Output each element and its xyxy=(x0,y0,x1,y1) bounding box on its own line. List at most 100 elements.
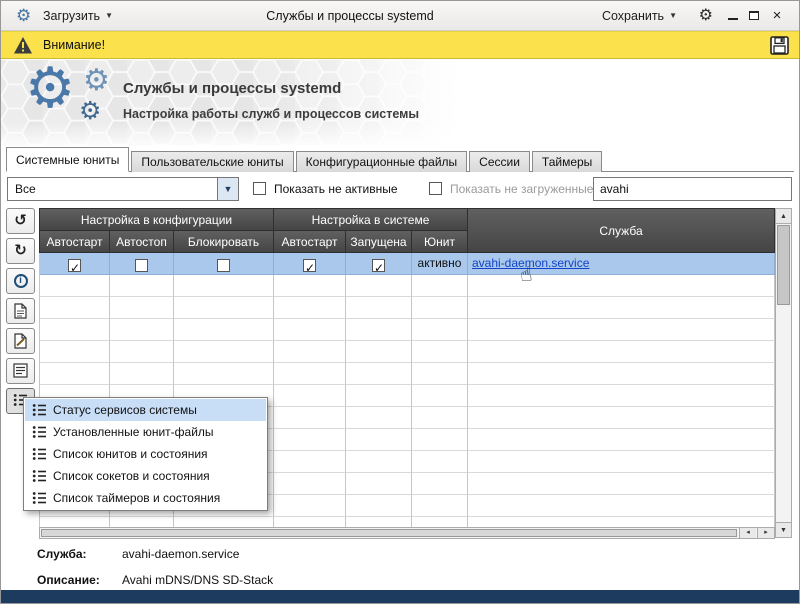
menu-item-label: Список сокетов и состояния xyxy=(53,469,210,483)
tab-timers[interactable]: Таймеры xyxy=(532,151,602,172)
table-row-avahi[interactable]: активно avahi-daemon.service xyxy=(40,253,775,275)
scroll-left-button[interactable]: ◂ xyxy=(739,528,756,538)
bulleted-list-icon xyxy=(32,403,47,417)
show-unloaded-checkbox[interactable] xyxy=(429,182,442,195)
maximize-button[interactable] xyxy=(746,8,762,24)
window-title: Службы и процессы systemd xyxy=(121,1,579,31)
close-button[interactable]: × xyxy=(769,8,785,24)
show-inactive-checkbox[interactable] xyxy=(253,182,266,195)
column-header-autostop: Автостоп xyxy=(110,231,174,253)
bulleted-list-icon xyxy=(32,447,47,461)
gear-icon: ⚙ xyxy=(83,66,110,96)
unit-status-cell: активно xyxy=(412,253,468,275)
info-icon: i xyxy=(14,274,28,288)
autostop-checkbox[interactable] xyxy=(135,259,148,272)
table-cell-empty xyxy=(274,495,346,517)
table-cell-empty xyxy=(412,341,468,363)
menu-item-timers-list[interactable]: Список таймеров и состояния xyxy=(25,487,266,509)
refresh-icon: ↻ xyxy=(14,239,27,262)
bottom-panel xyxy=(1,590,799,603)
running-checkbox[interactable] xyxy=(372,259,385,272)
menu-item-installed-unit-files[interactable]: Установленные юнит-файлы xyxy=(25,421,266,443)
table-row-empty xyxy=(40,363,775,385)
search-input[interactable] xyxy=(593,177,792,201)
unit-filter-dropdown[interactable]: Все ▼ xyxy=(7,177,239,201)
warning-icon xyxy=(13,36,33,55)
menu-item-label: Список юнитов и состояния xyxy=(53,447,208,461)
column-header-unit: Юнит xyxy=(412,231,468,253)
table-cell-empty xyxy=(174,517,274,527)
show-unloaded-label: Показать не загруженные xyxy=(450,177,593,201)
tab-bar: Системные юниты Пользовательские юниты К… xyxy=(6,147,794,172)
load-menu-button[interactable]: Загрузить▼ xyxy=(37,1,119,31)
menu-item-services-status[interactable]: Статус сервисов системы xyxy=(25,399,266,421)
refresh-button[interactable]: ↻ xyxy=(6,238,35,264)
table-cell-empty xyxy=(274,319,346,341)
cell-autostart-system xyxy=(274,253,346,275)
table-cell-empty xyxy=(174,363,274,385)
horizontal-scrollbar-thumb[interactable] xyxy=(41,529,737,537)
table-cell-empty xyxy=(468,517,775,527)
horizontal-scrollbar[interactable]: ◂ ▸ xyxy=(39,527,775,539)
table-cell-empty xyxy=(274,473,346,495)
document-icon xyxy=(14,303,27,319)
table-cell-empty xyxy=(412,429,468,451)
table-cell-empty xyxy=(274,341,346,363)
menu-item-label: Статус сервисов системы xyxy=(53,403,197,417)
menu-item-sockets-list[interactable]: Список сокетов и состояния xyxy=(25,465,266,487)
table-cell-empty xyxy=(110,363,174,385)
description-label: Описание: xyxy=(37,573,100,587)
unit-filter-value: Все xyxy=(15,178,36,200)
cell-autostart-config xyxy=(40,253,110,275)
minimize-button[interactable] xyxy=(725,8,741,24)
vertical-scrollbar[interactable]: ▲ ▼ xyxy=(775,208,792,538)
tab-user-units[interactable]: Пользовательские юниты xyxy=(131,151,293,172)
service-cell: avahi-daemon.service xyxy=(468,253,775,275)
service-link[interactable]: avahi-daemon.service xyxy=(468,253,774,274)
settings-gear-button[interactable]: ⚙ xyxy=(699,6,713,26)
gear-icon: ⚙ xyxy=(79,99,101,124)
bulleted-list-icon xyxy=(32,469,47,483)
scroll-right-button[interactable]: ▸ xyxy=(757,528,774,538)
filter-row: Все ▼ Показать не активные Показать не з… xyxy=(1,177,799,201)
autostart-config-checkbox[interactable] xyxy=(68,259,81,272)
tab-sessions[interactable]: Сессии xyxy=(469,151,530,172)
log-view-button[interactable] xyxy=(6,358,35,384)
vertical-scrollbar-thumb[interactable] xyxy=(777,225,790,305)
table-cell-empty xyxy=(174,275,274,297)
table-cell-empty xyxy=(412,363,468,385)
gear-icon: ⚙ xyxy=(25,60,75,116)
scroll-down-button[interactable]: ▼ xyxy=(776,522,791,537)
table-row-empty xyxy=(40,319,775,341)
cell-block xyxy=(174,253,274,275)
table-cell-empty xyxy=(274,451,346,473)
save-menu-button[interactable]: Сохранить▼ xyxy=(596,1,683,31)
table-cell-empty xyxy=(274,517,346,527)
table-row-empty xyxy=(40,297,775,319)
page-subtitle: Настройка работы служб и процессов систе… xyxy=(123,107,419,121)
tab-config-files[interactable]: Конфигурационные файлы xyxy=(296,151,467,172)
floppy-save-button[interactable] xyxy=(769,35,790,56)
block-checkbox[interactable] xyxy=(217,259,230,272)
table-row-empty xyxy=(40,341,775,363)
info-button[interactable]: i xyxy=(6,268,35,294)
tab-system-units[interactable]: Системные юниты xyxy=(6,147,129,172)
table-cell-empty xyxy=(40,319,110,341)
table-cell-empty xyxy=(274,363,346,385)
table-cell-empty xyxy=(346,297,412,319)
minimize-icon xyxy=(728,18,738,20)
document-button[interactable] xyxy=(6,298,35,324)
table-cell-empty xyxy=(40,275,110,297)
menu-item-units-list[interactable]: Список юнитов и состояния xyxy=(25,443,266,465)
context-menu: Статус сервисов системы Установленные юн… xyxy=(23,397,268,511)
autostart-system-checkbox[interactable] xyxy=(303,259,316,272)
document-edit-button[interactable] xyxy=(6,328,35,354)
page-header: ⚙ ⚙ ⚙ Службы и процессы systemd Настройк… xyxy=(1,60,799,146)
save-menu-label: Сохранить xyxy=(602,9,664,23)
table-cell-empty xyxy=(468,451,775,473)
table-cell-empty xyxy=(468,473,775,495)
scroll-up-button[interactable]: ▲ xyxy=(776,209,791,224)
table-cell-empty xyxy=(40,297,110,319)
history-button[interactable]: ↺ xyxy=(6,208,35,234)
table-cell-empty xyxy=(412,385,468,407)
